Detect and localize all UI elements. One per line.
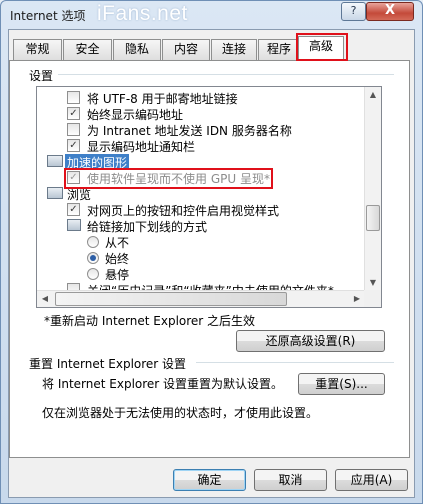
radio-always[interactable]	[87, 252, 99, 264]
item-label: 始终显示编码地址	[87, 108, 184, 122]
item-label: 悬停	[105, 268, 130, 282]
scroll-left-icon[interactable]: ◀	[37, 291, 53, 307]
apply-button[interactable]: 应用(A)	[335, 469, 408, 491]
category-accelerated-graphics[interactable]: 加速的图形	[65, 154, 129, 170]
checkbox-idn-intranet[interactable]	[67, 123, 80, 136]
reset-group-label: 重置 Internet Explorer 设置	[29, 357, 187, 371]
group-icon	[67, 219, 81, 231]
reset-note: 仅在浏览器处于无法使用的状态时，才使用此设置。	[42, 406, 319, 420]
help-button[interactable]: ?	[341, 2, 366, 21]
item-label: 为 Intranet 地址发送 IDN 服务器名称	[87, 124, 292, 138]
title-bar[interactable]: Internet 选项 iFans.net ? X	[1, 1, 422, 29]
horizontal-scrollbar[interactable]: ◀ ▶	[37, 290, 365, 307]
reset-button[interactable]: 重置(S)...	[298, 373, 385, 395]
item-label: 给链接加下划线的方式	[87, 220, 208, 234]
tab-content[interactable]: 内容	[162, 39, 210, 60]
folder-icon	[47, 155, 63, 167]
reset-group-divider	[196, 362, 394, 363]
tab-programs[interactable]: 程序	[258, 39, 300, 60]
restart-note: *重新启动 Internet Explorer 之后生效	[44, 314, 256, 328]
settings-list[interactable]: 将 UTF-8 用于邮寄地址链接 ✓ 始终显示编码地址 为 Intranet 地…	[36, 86, 382, 308]
scroll-down-icon[interactable]: ▼	[365, 275, 381, 291]
item-label: 始终	[105, 252, 130, 266]
tab-security[interactable]: 安全	[63, 39, 112, 60]
software-rendering-annotation	[64, 168, 273, 189]
window-title: Internet 选项	[10, 9, 86, 23]
settings-group-divider	[58, 74, 394, 75]
checkbox-utf8-mailto[interactable]	[67, 91, 80, 104]
item-label: 显示编码地址通知栏	[87, 140, 196, 154]
item-label: 对网页上的按钮和控件启用视觉样式	[87, 204, 280, 218]
reset-description: 将 Internet Explorer 设置重置为默认设置。	[42, 377, 284, 391]
radio-never[interactable]	[87, 236, 99, 248]
restore-advanced-settings-button[interactable]: 还原高级设置(R)	[236, 330, 385, 352]
tab-general[interactable]: 常规	[13, 39, 62, 60]
radio-hover[interactable]	[87, 268, 99, 280]
tab-connections[interactable]: 连接	[211, 39, 257, 60]
horizontal-scroll-thumb[interactable]	[55, 292, 287, 306]
item-label: 从不	[105, 236, 130, 250]
ok-button[interactable]: 确定	[173, 469, 246, 491]
checkbox-visual-styles[interactable]: ✓	[67, 203, 80, 216]
settings-group-label: 设置	[29, 69, 54, 83]
scroll-up-icon[interactable]: ▲	[365, 87, 381, 103]
cancel-button[interactable]: 取消	[254, 469, 327, 491]
scrollbar-corner	[364, 290, 381, 307]
close-button[interactable]: X	[366, 2, 414, 21]
item-label: 将 UTF-8 用于邮寄地址链接	[87, 92, 238, 106]
tab-privacy[interactable]: 隐私	[113, 39, 161, 60]
vertical-scrollbar[interactable]: ▲ ▼	[364, 87, 381, 291]
folder-icon	[47, 187, 63, 199]
checkbox-show-encoded-address[interactable]: ✓	[67, 107, 80, 120]
checkbox-encoded-address-notification[interactable]: ✓	[67, 139, 80, 152]
watermark: iFans.net	[97, 2, 188, 25]
scroll-right-icon[interactable]: ▶	[349, 291, 365, 307]
vertical-scroll-thumb[interactable]	[366, 205, 380, 231]
advanced-tab-annotation	[296, 33, 348, 61]
